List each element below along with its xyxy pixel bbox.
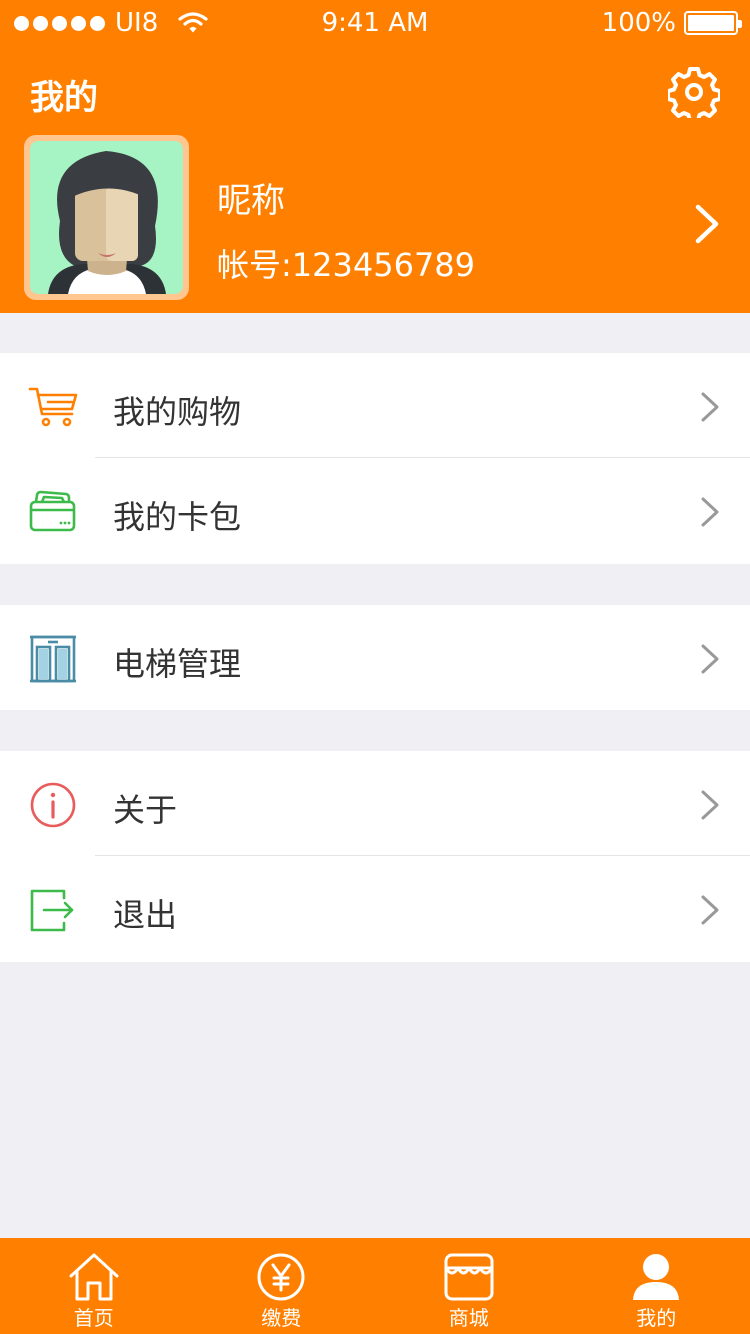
tab-home[interactable]: 首页: [0, 1238, 188, 1334]
account-number: 帐号:123456789: [217, 246, 476, 284]
menu-item-shopping[interactable]: 我的购物: [0, 353, 750, 458]
tab-mine[interactable]: 我的: [563, 1238, 750, 1334]
yen-icon: [257, 1253, 305, 1301]
battery-area: 100%: [601, 8, 742, 38]
tab-label-home: 首页: [73, 1306, 114, 1330]
battery-percent: 100%: [601, 8, 676, 38]
tab-label-mine: 我的: [636, 1306, 677, 1330]
menu-group-system: 关于 退出: [0, 751, 750, 962]
chevron-right-icon: [695, 204, 719, 244]
menu-item-about[interactable]: 关于: [0, 751, 750, 856]
info-icon: [30, 782, 76, 828]
chevron-right-icon: [701, 895, 719, 925]
chevron-right-icon: [701, 392, 719, 422]
elevator-icon: [30, 635, 76, 683]
menu-group-personal: 我的购物 我的卡包: [0, 353, 750, 564]
store-icon: [444, 1253, 494, 1301]
chevron-right-icon: [701, 790, 719, 820]
cart-icon: [28, 387, 78, 427]
status-bar: UI8 9:41 AM 100%: [0, 0, 750, 48]
menu-label-card-wallet: 我的卡包: [113, 498, 242, 536]
tab-pay[interactable]: 缴费: [188, 1238, 376, 1334]
profile-card[interactable]: 昵称 帐号:123456789: [24, 135, 750, 300]
menu-group-elevator: 电梯管理: [0, 605, 750, 710]
nickname: 昵称: [217, 181, 285, 221]
chevron-right-icon: [701, 497, 719, 527]
menu-item-card-wallet[interactable]: 我的卡包: [0, 458, 750, 563]
menu-label-about: 关于: [113, 791, 178, 829]
menu-item-elevator[interactable]: 电梯管理: [0, 605, 750, 710]
logout-icon: [30, 889, 74, 932]
chevron-right-icon: [701, 644, 719, 674]
gear-icon[interactable]: [668, 66, 720, 118]
avatar[interactable]: [24, 135, 189, 300]
menu-label-elevator: 电梯管理: [113, 645, 242, 683]
tab-mall[interactable]: 商城: [375, 1238, 563, 1334]
menu-label-shopping: 我的购物: [113, 393, 242, 431]
tab-bar: 首页 缴费 商城 我的: [0, 1238, 750, 1334]
page-title: 我的: [30, 78, 98, 118]
avatar-illustration: [48, 151, 166, 294]
battery-icon: [684, 11, 742, 35]
menu-label-logout: 退出: [113, 896, 178, 934]
profile-page: UI8 9:41 AM 100% 我的 昵称 帐号:123456789 我的购物…: [0, 0, 750, 1334]
wallet-icon: [29, 490, 76, 532]
user-icon: [633, 1254, 680, 1300]
menu-item-logout[interactable]: 退出: [0, 856, 750, 961]
home-icon: [69, 1253, 119, 1301]
profile-header: UI8 9:41 AM 100% 我的 昵称 帐号:123456789: [0, 0, 750, 313]
tab-label-mall: 商城: [448, 1306, 489, 1330]
tab-label-pay: 缴费: [261, 1306, 302, 1330]
